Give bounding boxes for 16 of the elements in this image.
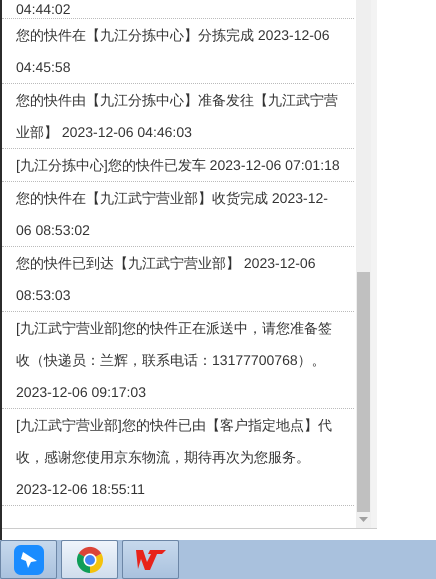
tracking-event: 您的快件由【九江分拣中心】准备发往【九江武宁营业部】 2023-12-06 04:46:03: [16, 91, 339, 142]
paper-plane-app-icon: [14, 544, 44, 574]
tracking-event: 您的快件在【九江分拣中心】分拣完成 2023-12-06 04:45:58: [16, 26, 331, 77]
taskbar-button[interactable]: [0, 540, 57, 579]
taskbar-button[interactable]: [122, 540, 179, 579]
scrollbar[interactable]: [356, 0, 377, 528]
w-logo-icon: [134, 548, 166, 570]
tracking-event: [九江武宁营业部]您的快件正在派送中，请您准备签收（快递员：兰辉，联系电话：13177700768）。 2023-12-06 09:17:03: [16, 319, 333, 402]
tracking-event: [九江武宁营业部]您的快件已由【客户指定地点】代收，感谢您使用京东物流，期待再次为您服务。 2023-12-06 18:55:11: [16, 416, 333, 499]
tracking-event: [九江分拣中心]您的快件已发车 2023-12-06 07:01:18: [16, 156, 340, 175]
taskbar-button[interactable]: [61, 540, 118, 579]
tracking-event: 您的快件在【九江武宁营业部】收货完成 2023-12-06 08:53:02: [16, 189, 329, 240]
scrollbar-thumb[interactable]: [357, 272, 370, 512]
scroll-down-icon[interactable]: [359, 517, 368, 522]
tracking-event: 您的快件已到达【九江武宁营业部】 2023-12-06 08:53:03: [16, 254, 317, 305]
tracking-event: 04:44:02: [16, 0, 72, 18]
